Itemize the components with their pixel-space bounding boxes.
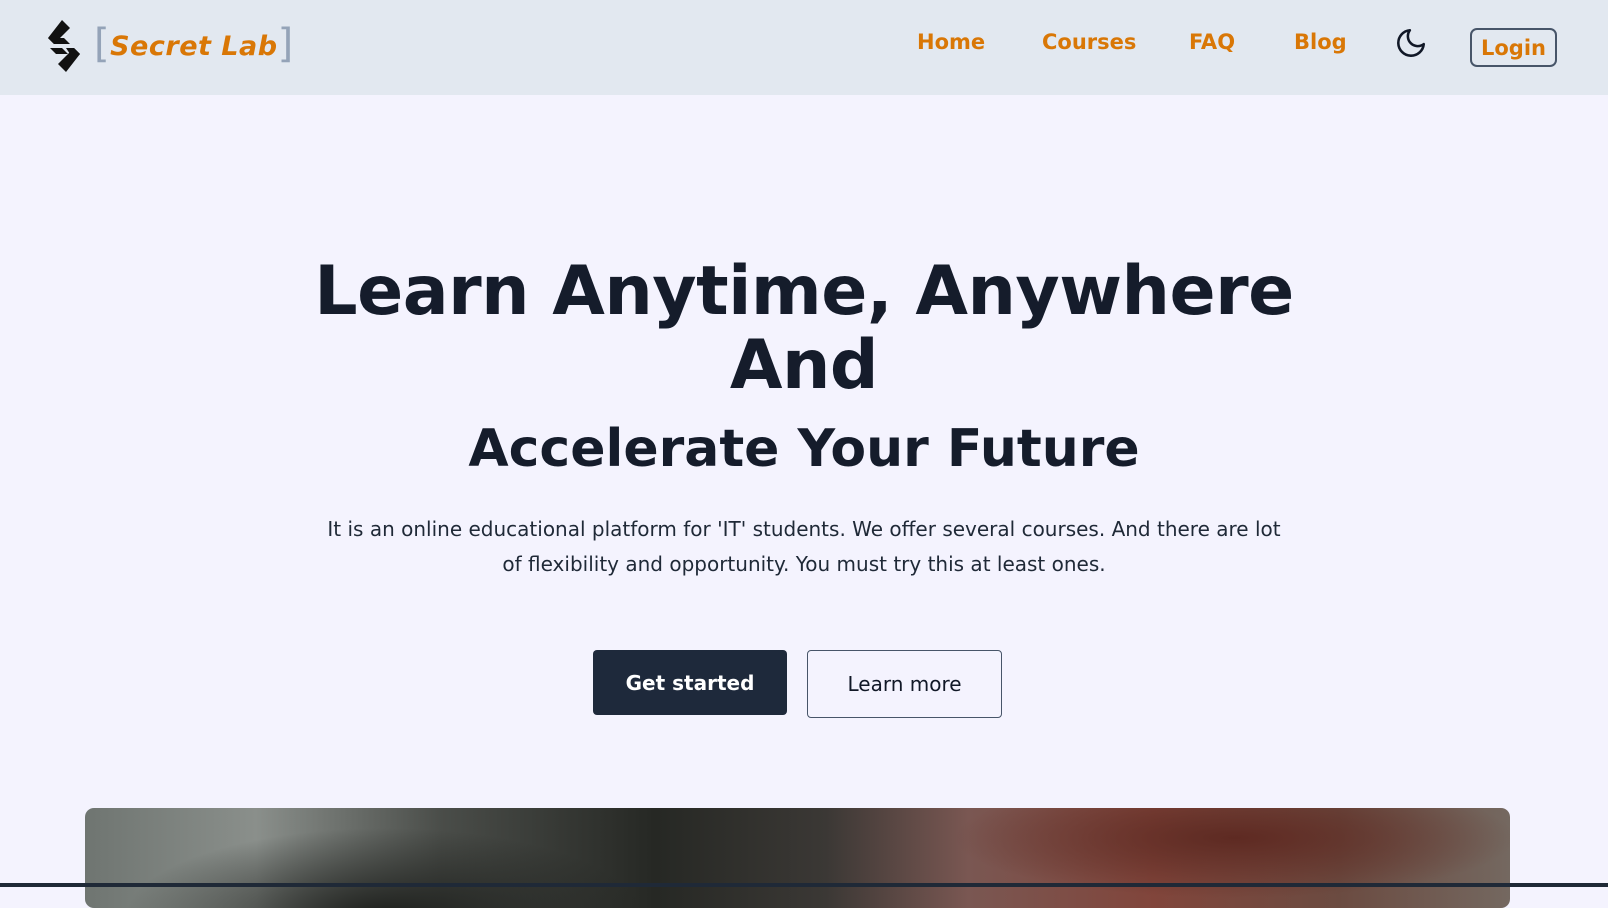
learn-more-button[interactable]: Learn more xyxy=(807,650,1002,718)
page-bottom-divider xyxy=(0,883,1608,887)
hero-image xyxy=(85,808,1510,908)
navbar: [ Secret Lab ] Home Courses FAQ Blog Log… xyxy=(0,0,1608,95)
moon-icon xyxy=(1397,28,1426,57)
hero-title: Learn Anytime, Anywhere And xyxy=(0,255,1608,403)
bracket-close-glyph: ] xyxy=(277,21,294,67)
nav-courses[interactable]: Courses xyxy=(1042,30,1136,54)
nav-blog[interactable]: Blog xyxy=(1294,30,1347,54)
brand-logo[interactable]: [ Secret Lab ] xyxy=(40,18,294,74)
nav-home[interactable]: Home xyxy=(917,30,985,54)
hero-subtitle: Accelerate Your Future xyxy=(468,419,1140,479)
theme-toggle-button[interactable] xyxy=(1394,26,1428,60)
brand-wordmark: [ Secret Lab ] xyxy=(94,24,294,64)
hero-description: It is an online educational platform for… xyxy=(327,517,1281,576)
hero-title-line1: Learn Anytime, Anywhere xyxy=(314,252,1294,331)
hero-title-line2: And xyxy=(729,326,879,405)
brand-name: Secret Lab xyxy=(110,30,278,62)
code-brackets-logo-icon xyxy=(48,20,80,72)
bracket-open-glyph: [ xyxy=(94,21,111,67)
get-started-button[interactable]: Get started xyxy=(593,650,787,715)
login-button[interactable]: Login xyxy=(1470,28,1557,67)
nav-faq[interactable]: FAQ xyxy=(1189,30,1235,54)
